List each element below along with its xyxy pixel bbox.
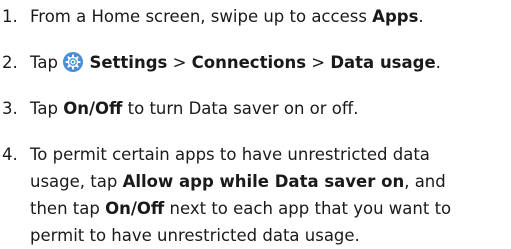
text-run: Tap bbox=[30, 53, 64, 72]
bold-term: Apps bbox=[372, 7, 419, 26]
bold-term: Allow app while Data saver on bbox=[122, 172, 405, 191]
text-run: , and bbox=[404, 172, 446, 191]
step-line: Tap On/Off to turn Data saver on or off. bbox=[30, 95, 505, 122]
text-run: . bbox=[435, 53, 441, 72]
bold-term: Settings bbox=[89, 53, 168, 72]
text-run: next to each app that you want to bbox=[164, 199, 452, 218]
step-line: To permit certain apps to have unrestric… bbox=[30, 141, 505, 168]
step-line: usage, tap Allow app while Data saver on… bbox=[30, 168, 505, 195]
step-text: From a Home screen, swipe up to access A… bbox=[30, 3, 505, 30]
text-run: then tap bbox=[30, 199, 106, 218]
step-line: permit to have unrestricted data usage. bbox=[30, 222, 505, 249]
text-run: usage, tap bbox=[30, 172, 123, 191]
step-text: Tap Settings > Connections > Data usage. bbox=[30, 49, 505, 76]
text-run: > bbox=[167, 53, 192, 72]
step-line: Tap Settings > Connections > Data usage. bbox=[30, 49, 505, 76]
step-number: 4. bbox=[2, 145, 18, 164]
bold-term: Data usage bbox=[330, 53, 436, 72]
bold-term: On/Off bbox=[63, 99, 123, 118]
text-run: To permit certain apps to have unrestric… bbox=[30, 145, 430, 164]
text-run: > bbox=[306, 53, 331, 72]
text-run: to turn Data saver on or off. bbox=[122, 99, 359, 118]
step-number: 2. bbox=[2, 53, 18, 72]
step-number: 1. bbox=[2, 7, 18, 26]
bold-term: Connections bbox=[191, 53, 307, 72]
step-line: From a Home screen, swipe up to access A… bbox=[30, 3, 505, 30]
text-run: Tap bbox=[30, 99, 64, 118]
text-run: . bbox=[418, 7, 424, 26]
text-run: From a Home screen, swipe up to access bbox=[30, 7, 373, 26]
text-run: permit to have unrestricted data usage. bbox=[30, 226, 360, 245]
settings-gear-icon bbox=[63, 52, 84, 72]
step-text: Tap On/Off to turn Data saver on or off. bbox=[30, 95, 505, 122]
instruction-list: 1. From a Home screen, swipe up to acces… bbox=[0, 0, 511, 246]
step-text: To permit certain apps to have unrestric… bbox=[30, 141, 505, 249]
step-line: then tap On/Off next to each app that yo… bbox=[30, 195, 505, 222]
bold-term: On/Off bbox=[105, 199, 165, 218]
step-number: 3. bbox=[2, 99, 18, 118]
